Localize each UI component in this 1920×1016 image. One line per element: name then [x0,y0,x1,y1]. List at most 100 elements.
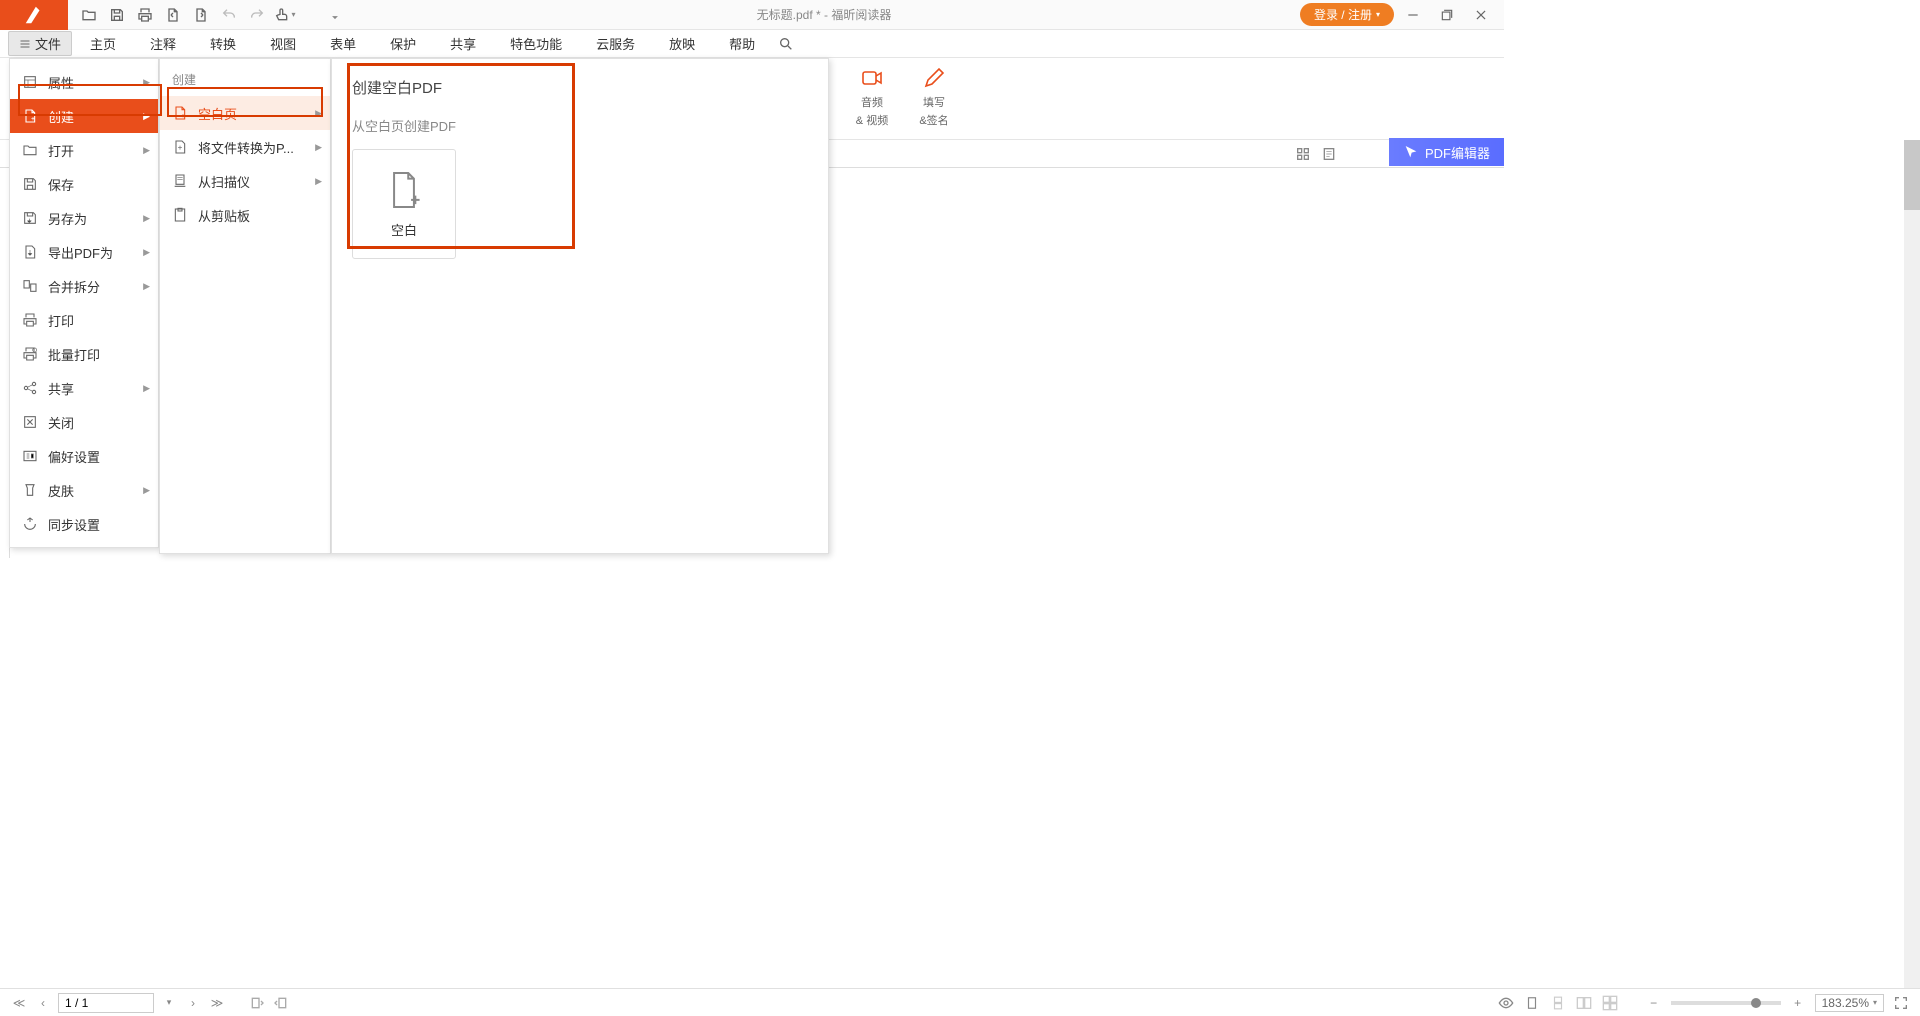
file-menu-label: 关闭 [48,413,74,432]
ribbon-audio-video[interactable]: 音频 & 视频 [846,64,898,128]
submenu-icon [172,139,188,155]
layout-facing-continuous-icon[interactable] [1601,994,1619,1012]
close-button[interactable] [1466,2,1496,28]
chevron-right-icon: ▶ [143,247,150,258]
save-icon[interactable] [104,2,130,28]
create-detail-panel: 创建空白PDF 从空白页创建PDF 空白 [331,58,829,554]
file-menu-item-4[interactable]: 另存为▶ [10,201,158,235]
file-menu-item-9[interactable]: 共享▶ [10,371,158,405]
blank-template-card[interactable]: 空白 [352,149,456,259]
detail-subtitle: 从空白页创建PDF [352,116,808,135]
file-menu-item-10[interactable]: 关闭 [10,405,158,439]
zoom-slider-thumb[interactable] [1751,998,1761,1008]
file-menu-label: 共享 [48,379,74,398]
file-menu-label: 批量打印 [48,345,100,364]
file-menu-icon [22,380,38,396]
doc-left-icon[interactable] [160,2,186,28]
file-menu-icon [22,516,38,532]
redo-icon[interactable] [244,2,270,28]
file-menu-button[interactable]: 文件 [8,31,72,56]
app-logo[interactable] [0,0,68,30]
file-menu-item-11[interactable]: 偏好设置 [10,439,158,473]
rotate-right-icon[interactable] [272,994,290,1012]
file-menu-label: 合并拆分 [48,277,100,296]
open-icon[interactable] [76,2,102,28]
touch-icon[interactable]: ▾ [272,2,298,28]
rotate-left-icon[interactable] [248,994,266,1012]
menu-help[interactable]: 帮助 [713,31,771,56]
file-menu-item-1[interactable]: 创建▶ [10,99,158,133]
zoom-out-icon[interactable]: − [1645,994,1663,1012]
login-label: 登录 / 注册 [1314,6,1372,23]
zoom-slider[interactable] [1671,1001,1781,1005]
file-menu-item-8[interactable]: 批量打印 [10,337,158,371]
page-dropdown-icon[interactable]: ▾ [160,994,178,1012]
menu-cloud[interactable]: 云服务 [580,31,651,56]
file-menu-item-12[interactable]: 皮肤▶ [10,473,158,507]
menu-home[interactable]: 主页 [74,31,132,56]
file-menu-item-3[interactable]: 保存 [10,167,158,201]
menu-convert[interactable]: 转换 [194,31,252,56]
file-menu-icon [22,278,38,294]
search-icon[interactable] [773,31,799,57]
layout-continuous-icon[interactable] [1549,994,1567,1012]
pdf-editor-button[interactable]: PDF编辑器 [1389,138,1504,166]
maximize-button[interactable] [1432,2,1462,28]
hamburger-icon [19,38,31,50]
file-menu-item-6[interactable]: 合并拆分▶ [10,269,158,303]
grid-view-icon[interactable] [1294,145,1312,163]
qat-dropdown-icon[interactable] [322,2,348,28]
vertical-scrollbar[interactable] [1904,140,1920,988]
menu-view[interactable]: 视图 [254,31,312,56]
first-page-icon[interactable]: ≪ [10,994,28,1012]
file-menu-item-0[interactable]: 属性▶ [10,65,158,99]
quick-access-toolbar: ▾ [68,2,348,28]
file-backstage-menu: 属性▶创建▶打开▶保存另存为▶导出PDF为▶合并拆分▶打印批量打印共享▶关闭偏好… [9,58,159,548]
pdf-editor-label: PDF编辑器 [1425,143,1490,162]
file-menu-item-5[interactable]: 导出PDF为▶ [10,235,158,269]
menu-comment[interactable]: 注释 [134,31,192,56]
submenu-label: 将文件转换为P... [198,138,294,157]
submenu-label: 从剪贴板 [198,206,250,225]
file-menu-icon [22,346,38,362]
minimize-button[interactable] [1398,2,1428,28]
menu-feature[interactable]: 特色功能 [494,31,578,56]
zoom-value: 183.25% [1822,996,1869,1010]
file-menu-label: 属性 [48,73,74,92]
zoom-value-box[interactable]: 183.25%▾ [1815,994,1884,1012]
submenu-header: 创建 [160,65,330,96]
submenu-item-1[interactable]: 将文件转换为P... ▶ [160,130,330,164]
login-button[interactable]: 登录 / 注册▾ [1300,3,1394,26]
submenu-icon [172,105,188,121]
print-icon[interactable] [132,2,158,28]
chevron-right-icon: ▶ [315,142,322,153]
submenu-item-3[interactable]: 从剪贴板 [160,198,330,232]
scrollbar-thumb[interactable] [1904,140,1920,210]
eye-icon[interactable] [1497,994,1515,1012]
page-input[interactable] [58,993,154,1013]
menu-share[interactable]: 共享 [434,31,492,56]
menu-play[interactable]: 放映 [653,31,711,56]
file-menu-item-2[interactable]: 打开▶ [10,133,158,167]
layout-single-icon[interactable] [1523,994,1541,1012]
ribbon-fill-sign[interactable]: 填写 &签名 [908,64,960,128]
detail-title: 创建空白PDF [352,77,808,98]
last-page-icon[interactable]: ≫ [208,994,226,1012]
chevron-right-icon: ▶ [315,108,322,119]
menu-protect[interactable]: 保护 [374,31,432,56]
file-menu-item-7[interactable]: 打印 [10,303,158,337]
menu-form[interactable]: 表单 [314,31,372,56]
prev-page-icon[interactable]: ‹ [34,994,52,1012]
undo-icon[interactable] [216,2,242,28]
single-view-icon[interactable] [1320,145,1338,163]
zoom-in-icon[interactable]: + [1789,994,1807,1012]
fullscreen-icon[interactable] [1892,994,1910,1012]
chevron-right-icon: ▶ [143,145,150,156]
submenu-item-0[interactable]: 空白页▶ [160,96,330,130]
submenu-item-2[interactable]: 从扫描仪▶ [160,164,330,198]
next-page-icon[interactable]: › [184,994,202,1012]
doc-right-icon[interactable] [188,2,214,28]
file-menu-item-13[interactable]: 同步设置 [10,507,158,541]
layout-facing-icon[interactable] [1575,994,1593,1012]
window-title: 无标题.pdf * - 福昕阅读器 [348,6,1300,23]
